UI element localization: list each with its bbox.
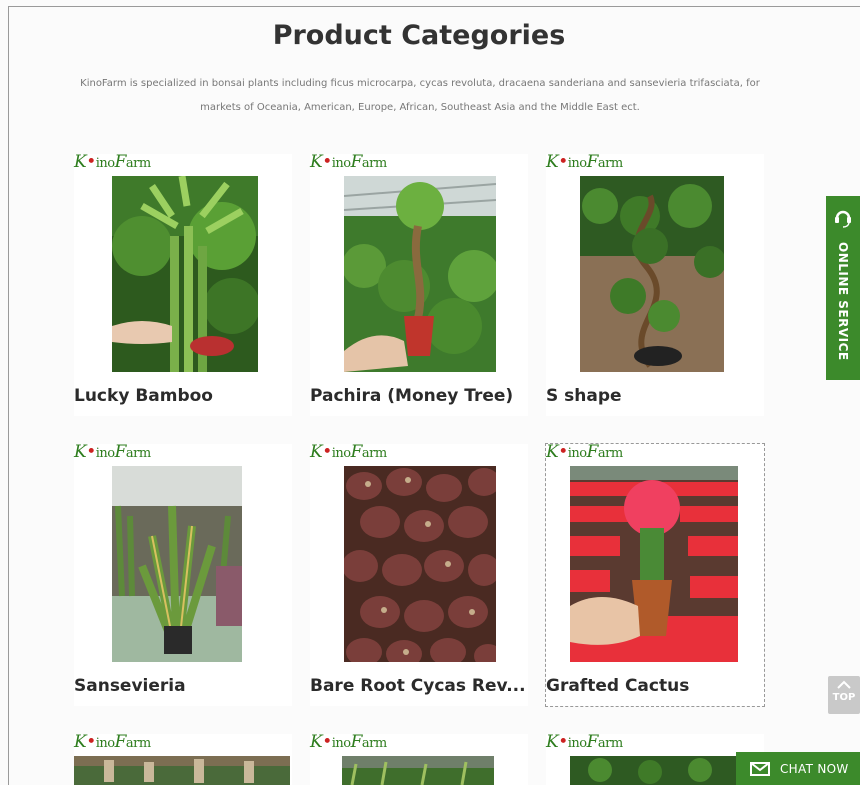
online-service-label: ONLINE SERVICE	[836, 242, 850, 361]
sansevieria-photo[interactable]	[112, 466, 242, 662]
kinofarm-logo: K•inoFarm	[546, 442, 623, 462]
lucky-bamboo-photo[interactable]	[112, 176, 258, 372]
product-photo[interactable]	[74, 756, 290, 785]
kinofarm-logo: K•inoFarm	[310, 732, 387, 752]
product-photo[interactable]	[342, 756, 494, 785]
kinofarm-logo: K•inoFarm	[546, 732, 623, 752]
grafted-cactus-photo[interactable]	[570, 466, 738, 662]
kinofarm-logo: K•inoFarm	[546, 152, 623, 172]
product-card-sansevieria[interactable]: K•inoFarm Sansevieria	[74, 442, 292, 706]
bare-root-cycas-photo[interactable]	[344, 466, 496, 662]
product-card-grafted-cactus[interactable]: K•inoFarm Grafted Cactus	[545, 442, 765, 707]
product-name[interactable]: Lucky Bamboo	[74, 386, 292, 406]
chevron-up-icon	[828, 676, 860, 692]
pachira-photo[interactable]	[344, 176, 496, 372]
mail-icon	[750, 762, 770, 779]
product-name[interactable]: Sansevieria	[74, 676, 292, 696]
top-label: TOP	[832, 692, 856, 703]
product-name[interactable]: Pachira (Money Tree)	[310, 386, 528, 406]
product-name[interactable]: S shape	[546, 386, 764, 406]
intro-text: KinoFarm is specialized in bonsai plants…	[80, 78, 760, 113]
chat-now-label: CHAT NOW	[780, 762, 849, 776]
product-card-lucky-bamboo[interactable]: K•inoFarm Lucky Bamboo	[74, 152, 292, 416]
kinofarm-logo: K•inoFarm	[74, 732, 151, 752]
page-title: Product Categories	[272, 20, 566, 51]
online-service-tab[interactable]: ONLINE SERVICE	[826, 196, 860, 380]
s-shape-photo[interactable]	[580, 176, 724, 372]
product-card-row3-1[interactable]: K•inoFarm	[74, 732, 292, 785]
kinofarm-logo: K•inoFarm	[310, 152, 387, 172]
kinofarm-logo: K•inoFarm	[310, 442, 387, 462]
product-photo[interactable]	[570, 756, 738, 785]
product-name[interactable]: Grafted Cactus	[546, 676, 764, 696]
product-card-s-shape[interactable]: K•inoFarm S shape	[546, 152, 764, 416]
product-card-bare-root-cycas[interactable]: K•inoFarm Bare Root Cycas Rev...	[310, 442, 528, 706]
back-to-top-button[interactable]: TOP	[828, 676, 860, 714]
kinofarm-logo: K•inoFarm	[74, 152, 151, 172]
chat-now-button[interactable]: CHAT NOW	[736, 752, 860, 785]
product-name[interactable]: Bare Root Cycas Rev...	[310, 676, 528, 696]
product-card-row3-2[interactable]: K•inoFarm	[310, 732, 528, 785]
kinofarm-logo: K•inoFarm	[74, 442, 151, 462]
product-card-pachira[interactable]: K•inoFarm Pachira (Money Tree)	[310, 152, 528, 416]
headset-icon	[834, 206, 852, 232]
product-card-row3-3[interactable]: K•inoFarm	[546, 732, 764, 785]
